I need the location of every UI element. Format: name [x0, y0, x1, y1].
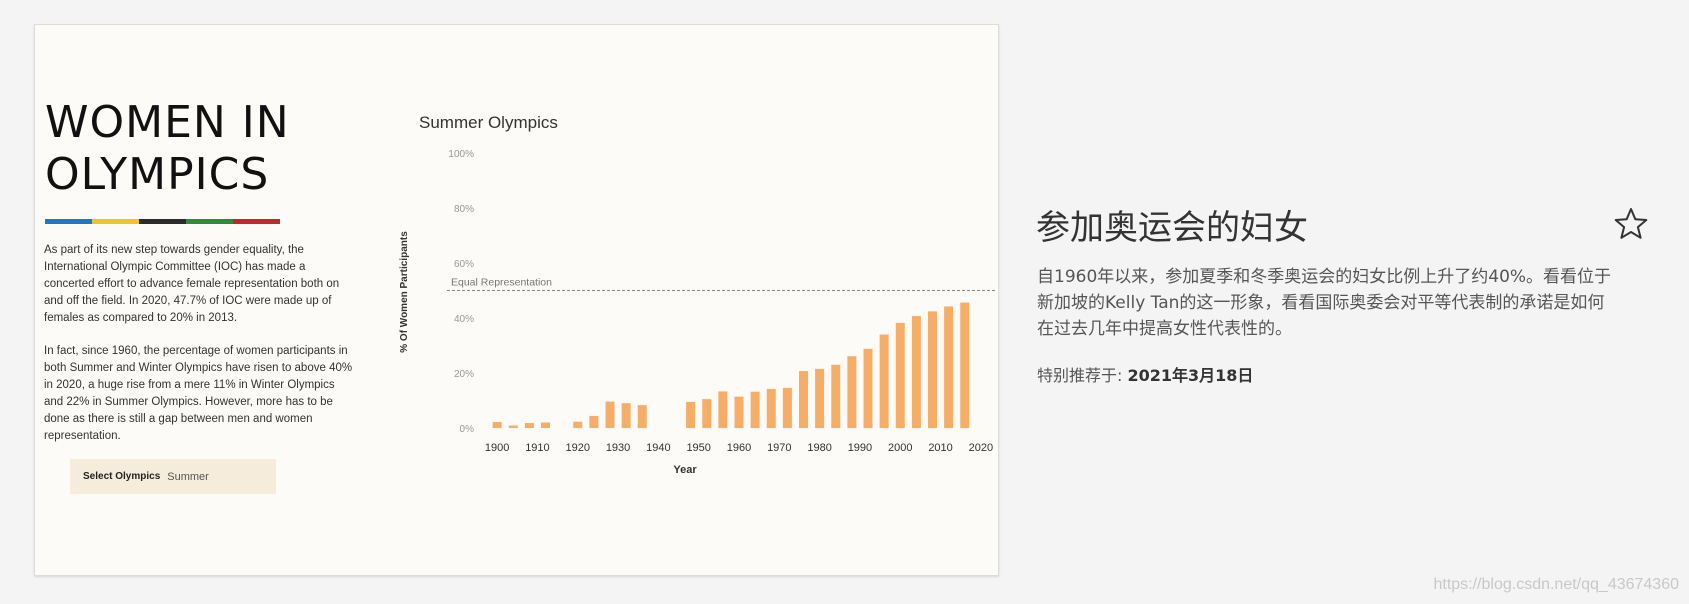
- y-tick-label: 80%: [454, 204, 474, 215]
- x-axis-title: Year: [673, 464, 697, 476]
- y-tick-label: 60%: [454, 259, 474, 270]
- bar: [573, 421, 583, 428]
- bar: [879, 334, 889, 428]
- watermark: https://blog.csdn.net/qq_43674360: [1433, 576, 1679, 593]
- x-tick-label: 2010: [928, 442, 952, 454]
- featured-date: 特别推荐于: 2021年3月18日: [1037, 362, 1253, 386]
- star-icon[interactable]: [1613, 206, 1649, 242]
- bar: [508, 425, 518, 428]
- y-axis-title: % Of Women Participants: [399, 231, 410, 353]
- x-tick-label: 1920: [566, 442, 590, 454]
- x-tick-label: 2020: [969, 442, 993, 454]
- x-tick-label: 2000: [888, 442, 912, 454]
- bar: [766, 388, 776, 428]
- x-tick-label: 1900: [485, 442, 509, 454]
- x-tick-label: 1990: [848, 442, 872, 454]
- panel-title: 参加奥运会的妇女: [1036, 208, 1308, 248]
- x-tick-label: 1970: [767, 442, 791, 454]
- bar: [605, 401, 615, 428]
- bar: [541, 422, 550, 428]
- bar: [589, 415, 599, 428]
- bar: [734, 396, 744, 428]
- y-tick-label: 0%: [460, 424, 475, 435]
- bar: [702, 399, 712, 428]
- bar: [750, 391, 760, 428]
- bar: [782, 387, 792, 428]
- bar: [686, 401, 696, 428]
- x-tick-label: 1960: [727, 442, 751, 454]
- bar: [944, 306, 954, 428]
- x-tick-label: 1910: [525, 442, 549, 454]
- bar: [799, 371, 808, 428]
- bar: [928, 311, 937, 428]
- featured-label: 特别推荐于:: [1037, 366, 1128, 385]
- y-tick-label: 100%: [448, 149, 474, 160]
- bar: [815, 368, 825, 428]
- bar: [863, 348, 873, 428]
- reference-line-label: Equal Representation: [451, 277, 552, 289]
- bar: [637, 405, 647, 428]
- featured-date-value: 2021年3月18日: [1127, 366, 1254, 385]
- x-tick-label: 1930: [606, 442, 630, 454]
- x-tick-label: 1950: [686, 442, 710, 454]
- y-tick-label: 20%: [454, 369, 474, 380]
- viz-card[interactable]: WOMEN IN OLYMPICS As part of its new ste…: [34, 24, 999, 576]
- bar: [718, 391, 728, 428]
- bar: [847, 356, 857, 428]
- panel-description: 自1960年以来，参加夏季和冬季奥运会的妇女比例上升了约40%。看看位于新加坡的…: [1037, 267, 1612, 339]
- bar: [621, 403, 631, 428]
- bar: [911, 316, 921, 428]
- bar: [492, 421, 502, 428]
- x-tick-label: 1940: [646, 442, 670, 454]
- bar: [960, 302, 970, 428]
- bar: [524, 423, 534, 428]
- bar-chart: 0% 20% 40% 60% 80% 100% 1900 1910 1920 1930 1940 19…: [399, 149, 997, 476]
- bar: [831, 364, 841, 428]
- bar: [895, 322, 905, 428]
- y-tick-label: 40%: [454, 314, 474, 325]
- x-tick-label: 1980: [807, 442, 831, 454]
